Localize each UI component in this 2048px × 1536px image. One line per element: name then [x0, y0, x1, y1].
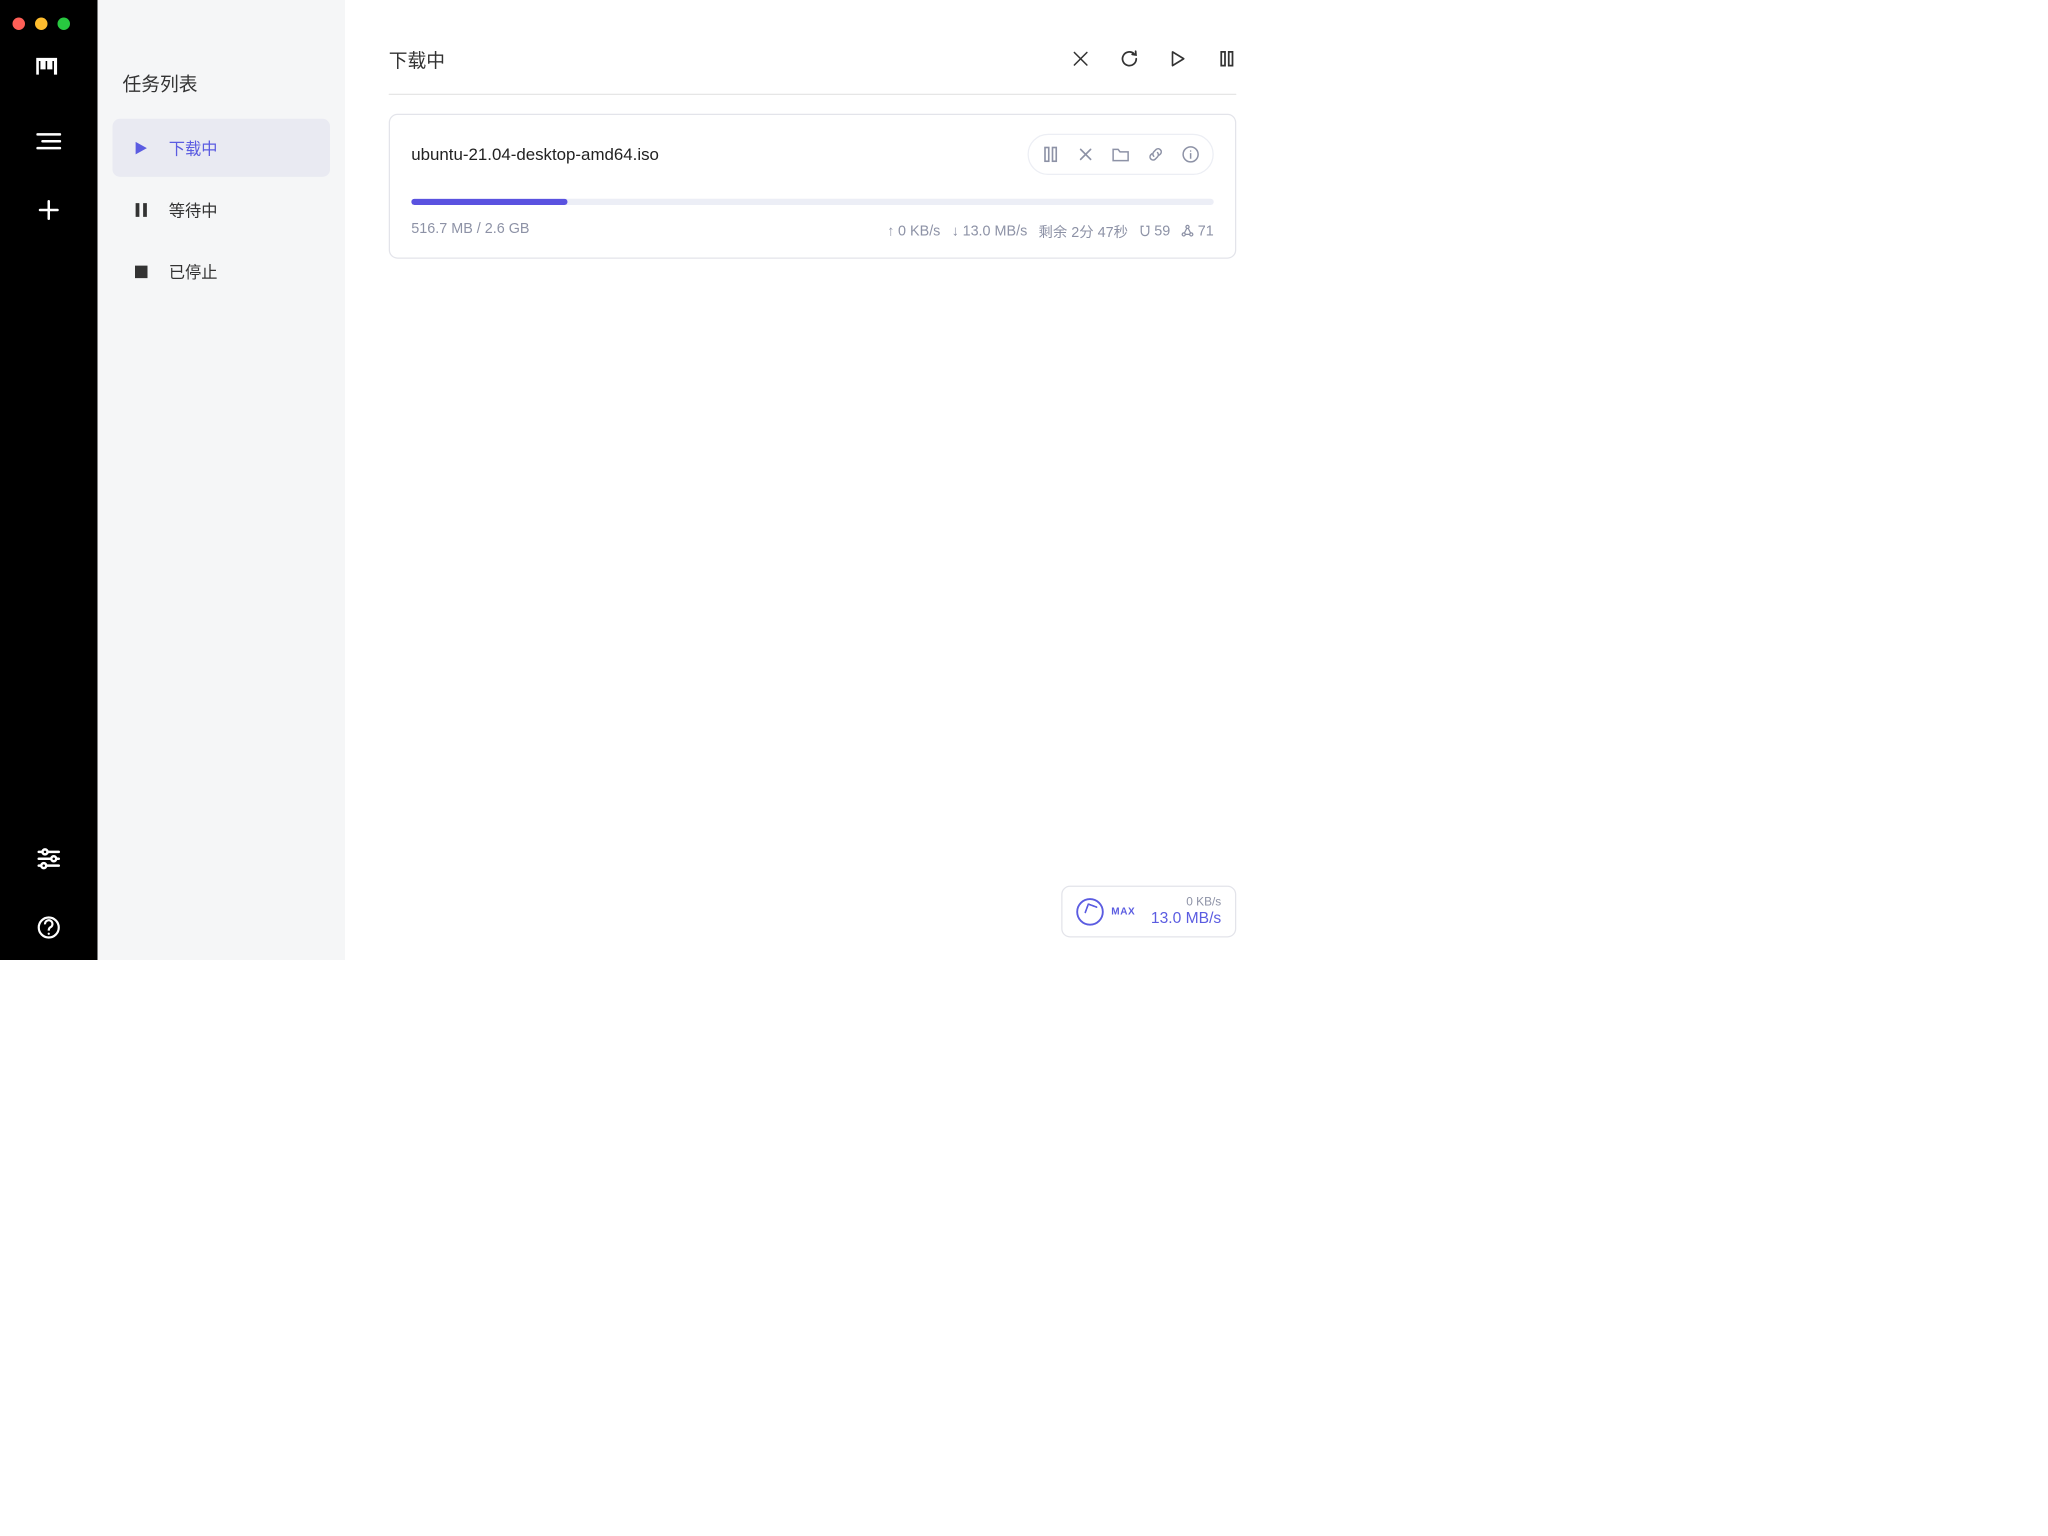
task-peers: 71	[1182, 222, 1214, 239]
pause-all-button[interactable]	[1218, 49, 1237, 68]
refresh-button[interactable]	[1120, 49, 1139, 68]
task-down-speed: ↓ 13.0 MB/s	[952, 222, 1028, 239]
sidebar-item-waiting[interactable]: 等待中	[113, 181, 331, 239]
peers-icon	[1182, 224, 1195, 237]
speed-max-label: MAX	[1111, 906, 1135, 917]
task-stats: ↑ 0 KB/s ↓ 13.0 MB/s 剩余 2分 47秒 59	[887, 220, 1214, 241]
app-rail	[0, 0, 98, 960]
clear-button[interactable]	[1071, 49, 1090, 68]
task-size-label: 516.7 MB / 2.6 GB	[411, 220, 529, 241]
task-up-speed: ↑ 0 KB/s	[887, 222, 940, 239]
app-logo	[36, 54, 61, 79]
task-seeds: 59	[1139, 222, 1170, 239]
task-progress-bar	[411, 199, 1214, 205]
sidebar-item-label: 等待中	[169, 198, 218, 221]
add-task-icon[interactable]	[36, 198, 61, 223]
task-remaining: 剩余 2分 47秒	[1039, 220, 1128, 241]
close-window-dot[interactable]	[13, 18, 26, 31]
page-title: 下载中	[389, 45, 445, 73]
task-card[interactable]: ubuntu-21.04-desktop-amd64.iso	[389, 114, 1237, 259]
stop-icon	[133, 263, 151, 281]
sidebar-title: 任务列表	[98, 39, 346, 115]
resume-all-button[interactable]	[1169, 49, 1188, 68]
tasks-nav-icon[interactable]	[36, 129, 61, 154]
arrow-up-icon: ↑	[887, 222, 894, 239]
sidebar-item-label: 已停止	[169, 260, 218, 283]
play-icon	[133, 139, 151, 157]
settings-icon[interactable]	[36, 846, 61, 871]
main-content: 下载中 ubuntu-21.04-desktop-amd64.iso	[345, 0, 1280, 960]
window-controls	[13, 18, 71, 31]
pause-icon	[133, 201, 151, 219]
task-delete-button[interactable]	[1071, 141, 1100, 167]
task-info-button[interactable]	[1176, 141, 1205, 167]
speed-up-label: 0 KB/s	[1151, 896, 1221, 910]
sidebar-item-label: 下载中	[169, 136, 218, 159]
minimize-window-dot[interactable]	[35, 18, 48, 31]
task-folder-button[interactable]	[1106, 141, 1135, 167]
speedometer-icon	[1076, 898, 1104, 926]
task-progress-fill	[411, 199, 567, 205]
task-pause-button[interactable]	[1036, 141, 1065, 167]
speed-widget[interactable]: MAX 0 KB/s 13.0 MB/s	[1061, 886, 1236, 938]
help-icon[interactable]	[36, 915, 61, 940]
main-header: 下载中	[389, 0, 1237, 95]
maximize-window-dot[interactable]	[58, 18, 71, 31]
magnet-icon	[1139, 224, 1150, 237]
header-actions	[1071, 49, 1236, 68]
sidebar: 任务列表 下载中 等待中 已停止	[98, 0, 346, 960]
task-copy-link-button[interactable]	[1141, 141, 1170, 167]
speed-down-label: 13.0 MB/s	[1151, 909, 1221, 927]
arrow-down-icon: ↓	[952, 222, 959, 239]
sidebar-item-downloading[interactable]: 下载中	[113, 119, 331, 177]
task-actions	[1028, 134, 1214, 175]
task-filename: ubuntu-21.04-desktop-amd64.iso	[411, 145, 659, 164]
sidebar-item-stopped[interactable]: 已停止	[113, 243, 331, 301]
